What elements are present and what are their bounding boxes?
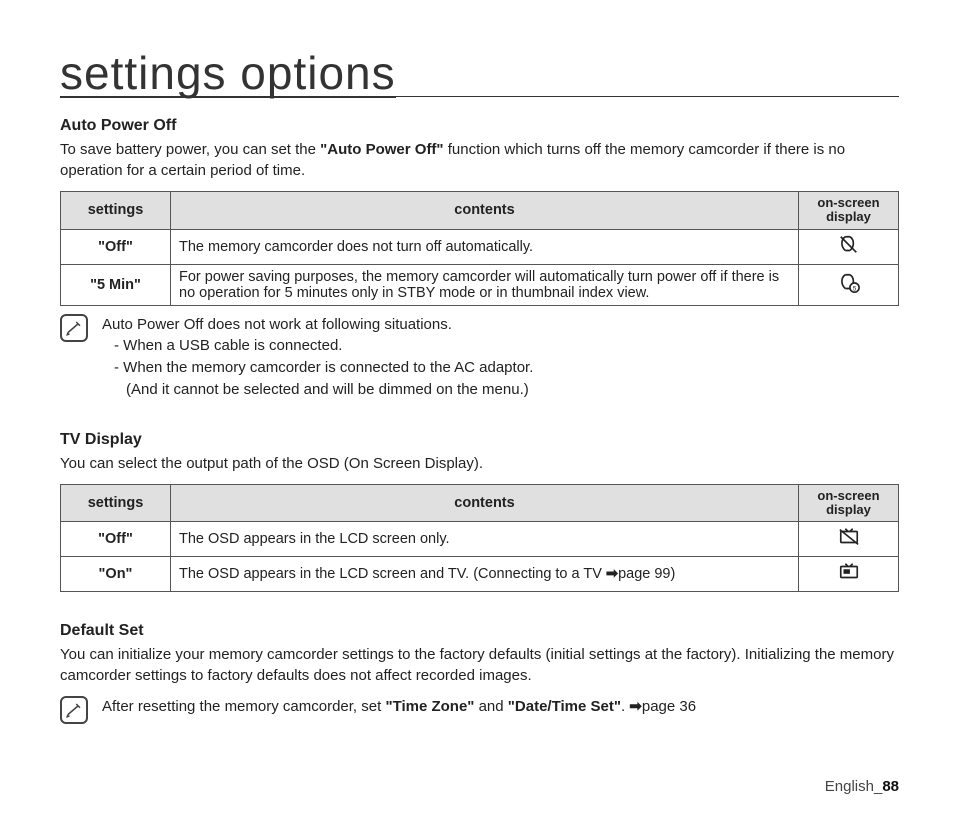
text-bold: "Time Zone" (385, 698, 474, 715)
th-osd: on-screen display (799, 192, 899, 230)
text: After resetting the memory camcorder, se… (102, 698, 385, 715)
cell-content: The memory camcorder does not turn off a… (171, 229, 799, 264)
auto-off-5min-icon: 5 (838, 272, 860, 294)
page-title: settings options (60, 50, 396, 98)
heading-default-set: Default Set (60, 622, 899, 640)
text-bold: "Auto Power Off" (320, 141, 443, 158)
note-icon (60, 314, 88, 342)
note-icon (60, 696, 88, 724)
th-settings: settings (61, 484, 171, 522)
th-contents: contents (171, 484, 799, 522)
cell-setting: "On" (61, 557, 171, 592)
section-tv-display: TV Display You can select the output pat… (60, 431, 899, 593)
auto-off-disabled-icon (838, 234, 860, 256)
tv-osd-off-icon (838, 526, 860, 548)
desc-default-set: You can initialize your memory camcorder… (60, 644, 899, 686)
cell-osd (799, 557, 899, 592)
cell-setting: "Off" (61, 522, 171, 557)
section-auto-power-off: Auto Power Off To save battery power, yo… (60, 117, 899, 401)
text: page 99) (618, 566, 675, 582)
tv-osd-on-icon (838, 561, 860, 583)
note-line: (And it cannot be selected and will be d… (102, 379, 899, 401)
heading-tv-display: TV Display (60, 431, 899, 449)
note-body: After resetting the memory camcorder, se… (102, 696, 899, 718)
table-row: "Off" The OSD appears in the LCD screen … (61, 522, 899, 557)
heading-auto-power-off: Auto Power Off (60, 117, 899, 135)
cell-content: The OSD appears in the LCD screen only. (171, 522, 799, 557)
th-osd: on-screen display (799, 484, 899, 522)
note-default-set: After resetting the memory camcorder, se… (60, 696, 899, 724)
table-row: "On" The OSD appears in the LCD screen a… (61, 557, 899, 592)
arrow-icon: ➡ (629, 698, 642, 715)
text: and (474, 698, 507, 715)
note-auto-power-off: Auto Power Off does not work at followin… (60, 314, 899, 401)
arrow-icon: ➡ (606, 566, 618, 582)
desc-tv-display: You can select the output path of the OS… (60, 453, 899, 474)
footer-page: 88 (882, 778, 899, 795)
table-tv-display: settings contents on-screen display "Off… (60, 484, 899, 593)
cell-osd (799, 229, 899, 264)
note-line: - When the memory camcorder is connected… (102, 357, 899, 379)
cell-setting: "Off" (61, 229, 171, 264)
th-contents: contents (171, 192, 799, 230)
note-line: - When a USB cable is connected. (102, 335, 899, 357)
th-settings: settings (61, 192, 171, 230)
table-row: "5 Min" For power saving purposes, the m… (61, 264, 899, 305)
cell-content: The OSD appears in the LCD screen and TV… (171, 557, 799, 592)
section-default-set: Default Set You can initialize your memo… (60, 622, 899, 724)
table-row: "Off" The memory camcorder does not turn… (61, 229, 899, 264)
page-footer: English_88 (825, 778, 899, 795)
cell-setting: "5 Min" (61, 264, 171, 305)
text: page 36 (642, 698, 696, 715)
table-auto-power-off: settings contents on-screen display "Off… (60, 191, 899, 306)
note-line: Auto Power Off does not work at followin… (102, 314, 899, 336)
text: To save battery power, you can set the (60, 141, 320, 158)
cell-content: For power saving purposes, the memory ca… (171, 264, 799, 305)
text-bold: "Date/Time Set" (508, 698, 621, 715)
cell-osd: 5 (799, 264, 899, 305)
footer-lang: English (825, 778, 874, 795)
text: The OSD appears in the LCD screen and TV… (179, 566, 606, 582)
desc-auto-power-off: To save battery power, you can set the "… (60, 139, 899, 181)
svg-text:5: 5 (852, 285, 856, 292)
note-body: Auto Power Off does not work at followin… (102, 314, 899, 401)
cell-osd (799, 522, 899, 557)
